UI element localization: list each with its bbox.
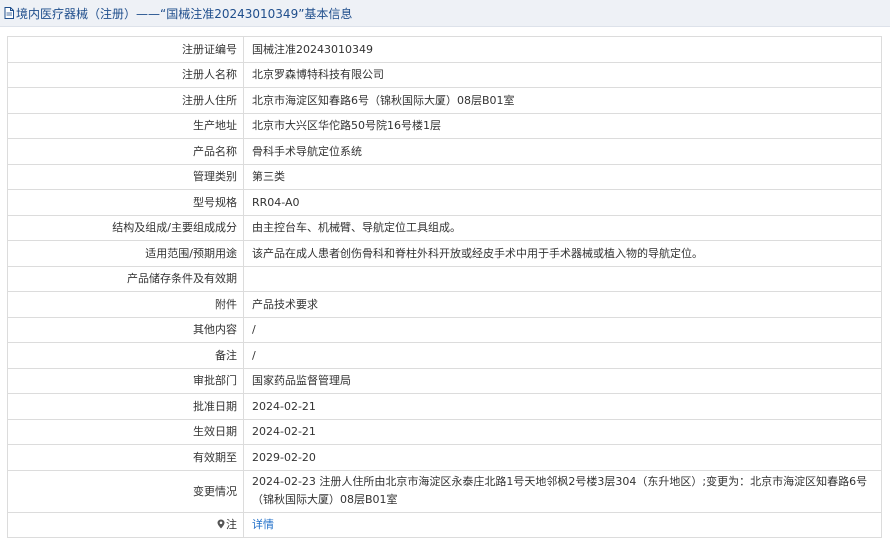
field-value-effective-date: 2024-02-21 — [243, 418, 882, 445]
page-title: 境内医疗器械（注册）——“国械注准20243010349”基本信息 — [16, 6, 353, 21]
document-icon — [4, 7, 14, 19]
table-row: 其他内容 / — [7, 316, 882, 343]
table-row: 批准日期 2024-02-21 — [7, 393, 882, 420]
field-label: 其他内容 — [7, 316, 244, 343]
field-value-change-history: 2024-02-23 注册人住所由北京市海淀区永泰庄北路1号天地邻枫2号楼3层3… — [243, 469, 882, 513]
field-value-attachment: 产品技术要求 — [243, 291, 882, 318]
table-row: 产品储存条件及有效期 — [7, 265, 882, 292]
field-label: 生产地址 — [7, 112, 244, 139]
field-value-other-content: / — [243, 316, 882, 343]
field-label: 适用范围/预期用途 — [7, 240, 244, 267]
table-row-note: 注 详情 — [7, 511, 882, 538]
field-value-structure-composition: 由主控台车、机械臂、导航定位工具组成。 — [243, 214, 882, 241]
field-value-registrant-address: 北京市海淀区知春路6号（锦秋国际大厦）08层B01室 — [243, 87, 882, 114]
field-value-expiry-date: 2029-02-20 — [243, 444, 882, 471]
field-value-model-spec: RR04-A0 — [243, 189, 882, 216]
page-header: 境内医疗器械（注册）——“国械注准20243010349”基本信息 — [0, 0, 890, 27]
field-value-registrant-name: 北京罗森博特科技有限公司 — [243, 61, 882, 88]
field-value-remarks: / — [243, 342, 882, 369]
field-label: 型号规格 — [7, 189, 244, 216]
table-row: 注册人住所 北京市海淀区知春路6号（锦秋国际大厦）08层B01室 — [7, 87, 882, 114]
page: 境内医疗器械（注册）——“国械注准20243010349”基本信息 注册证编号 … — [0, 0, 890, 547]
table-row: 审批部门 国家药品监督管理局 — [7, 367, 882, 394]
field-label: 批准日期 — [7, 393, 244, 420]
table-row: 产品名称 骨科手术导航定位系统 — [7, 138, 882, 165]
field-label: 变更情况 — [7, 469, 244, 513]
field-label: 注册人住所 — [7, 87, 244, 114]
table-row: 变更情况 2024-02-23 注册人住所由北京市海淀区永泰庄北路1号天地邻枫2… — [7, 469, 882, 513]
note-value-cell: 详情 — [243, 511, 882, 538]
field-value-registration-number: 国械注准20243010349 — [243, 36, 882, 63]
field-label: 有效期至 — [7, 444, 244, 471]
map-pin-icon — [217, 519, 225, 529]
field-value-production-address: 北京市大兴区华佗路50号院16号楼1层 — [243, 112, 882, 139]
note-label: 注 — [226, 518, 237, 532]
field-label: 附件 — [7, 291, 244, 318]
field-label: 审批部门 — [7, 367, 244, 394]
table-row: 结构及组成/主要组成成分 由主控台车、机械臂、导航定位工具组成。 — [7, 214, 882, 241]
table-row: 生产地址 北京市大兴区华佗路50号院16号楼1层 — [7, 112, 882, 139]
field-value-scope-of-use: 该产品在成人患者创伤骨科和脊柱外科开放或经皮手术中用于手术器械或植入物的导航定位… — [243, 240, 882, 267]
table-row: 附件 产品技术要求 — [7, 291, 882, 318]
field-label: 产品名称 — [7, 138, 244, 165]
field-value-storage-conditions — [243, 265, 882, 292]
details-link[interactable]: 详情 — [252, 518, 274, 531]
field-value-product-name: 骨科手术导航定位系统 — [243, 138, 882, 165]
table-row: 注册证编号 国械注准20243010349 — [7, 36, 882, 63]
device-info-table: 注册证编号 国械注准20243010349 注册人名称 北京罗森博特科技有限公司… — [7, 36, 882, 538]
table-row: 型号规格 RR04-A0 — [7, 189, 882, 216]
table-row: 注册人名称 北京罗森博特科技有限公司 — [7, 61, 882, 88]
table-row: 备注 / — [7, 342, 882, 369]
field-label: 注册证编号 — [7, 36, 244, 63]
field-label: 生效日期 — [7, 418, 244, 445]
note-label-cell: 注 — [7, 511, 244, 538]
field-value-approval-date: 2024-02-21 — [243, 393, 882, 420]
table-row: 适用范围/预期用途 该产品在成人患者创伤骨科和脊柱外科开放或经皮手术中用于手术器… — [7, 240, 882, 267]
field-label: 备注 — [7, 342, 244, 369]
field-label: 管理类别 — [7, 163, 244, 190]
field-label: 结构及组成/主要组成成分 — [7, 214, 244, 241]
field-label: 注册人名称 — [7, 61, 244, 88]
field-label: 产品储存条件及有效期 — [7, 265, 244, 292]
table-row: 生效日期 2024-02-21 — [7, 418, 882, 445]
field-value-approval-department: 国家药品监督管理局 — [243, 367, 882, 394]
field-value-management-category: 第三类 — [243, 163, 882, 190]
table-row: 有效期至 2029-02-20 — [7, 444, 882, 471]
table-row: 管理类别 第三类 — [7, 163, 882, 190]
